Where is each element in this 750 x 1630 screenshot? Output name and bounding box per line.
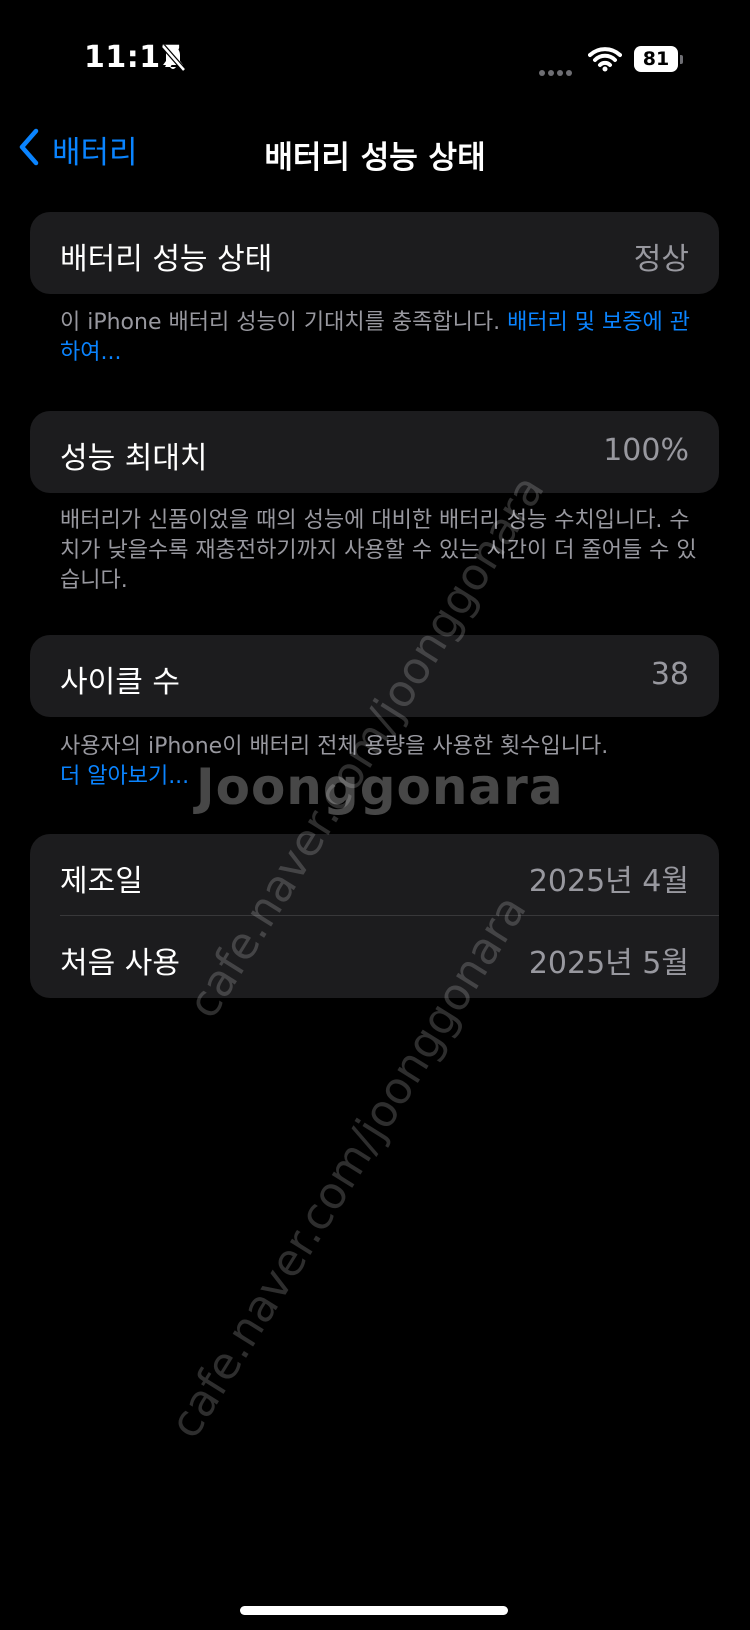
battery-health-footnote: 이 iPhone 배터리 성능이 기대치를 충족합니다. 배터리 및 보증에 관…: [60, 308, 700, 368]
battery-health-card: 배터리 성능 상태 정상: [30, 212, 719, 294]
battery-icon: 81: [634, 46, 678, 72]
first-use-row: 처음 사용 2025년 5월: [30, 916, 719, 998]
battery-health-label: 배터리 성능 상태: [60, 242, 273, 277]
navigation-bar: 배터리 배터리 성능 상태: [0, 120, 750, 180]
cycle-count-label: 사이클 수: [60, 665, 180, 700]
maximum-capacity-value: 100%: [603, 433, 689, 468]
maximum-capacity-label: 성능 최대치: [60, 441, 208, 476]
battery-health-value: 정상: [633, 242, 689, 277]
manufacture-date-value: 2025년 4월: [528, 864, 689, 899]
cycle-count-value: 38: [650, 657, 689, 692]
first-use-label: 처음 사용: [60, 946, 180, 981]
wifi-icon: [588, 46, 622, 76]
maximum-capacity-row: 성능 최대치 100%: [30, 411, 719, 493]
status-bar: 11:17 81: [0, 0, 750, 110]
maximum-capacity-footnote: 배터리가 신품이었을 때의 성능에 대비한 배터리 성능 수치입니다. 수치가 …: [60, 508, 697, 593]
bell-slash-icon: [160, 44, 186, 76]
cycle-count-description: 사용자의 iPhone이 배터리 전체 용량을 사용한 횟수입니다.: [60, 734, 609, 759]
manufacture-date-row: 제조일 2025년 4월: [30, 834, 719, 916]
learn-more-link[interactable]: 더 알아보기...: [60, 762, 700, 792]
signal-dots-icon: [538, 62, 572, 76]
cycle-count-row: 사이클 수 38: [30, 635, 719, 717]
maximum-capacity-card: 성능 최대치 100%: [30, 411, 719, 493]
home-indicator[interactable]: [240, 1606, 508, 1615]
dates-card: 제조일 2025년 4월 처음 사용 2025년 5월: [30, 834, 719, 998]
cycle-count-footnote: 사용자의 iPhone이 배터리 전체 용량을 사용한 횟수입니다. 더 알아보…: [60, 732, 700, 792]
battery-health-description: 이 iPhone 배터리 성능이 기대치를 충족합니다.: [60, 310, 508, 335]
first-use-value: 2025년 5월: [528, 946, 689, 981]
manufacture-date-label: 제조일: [60, 864, 143, 899]
cycle-count-card: 사이클 수 38: [30, 635, 719, 717]
battery-tip: [680, 55, 683, 64]
page-title: 배터리 성능 상태: [264, 140, 486, 176]
battery-health-row: 배터리 성능 상태 정상: [30, 212, 719, 294]
